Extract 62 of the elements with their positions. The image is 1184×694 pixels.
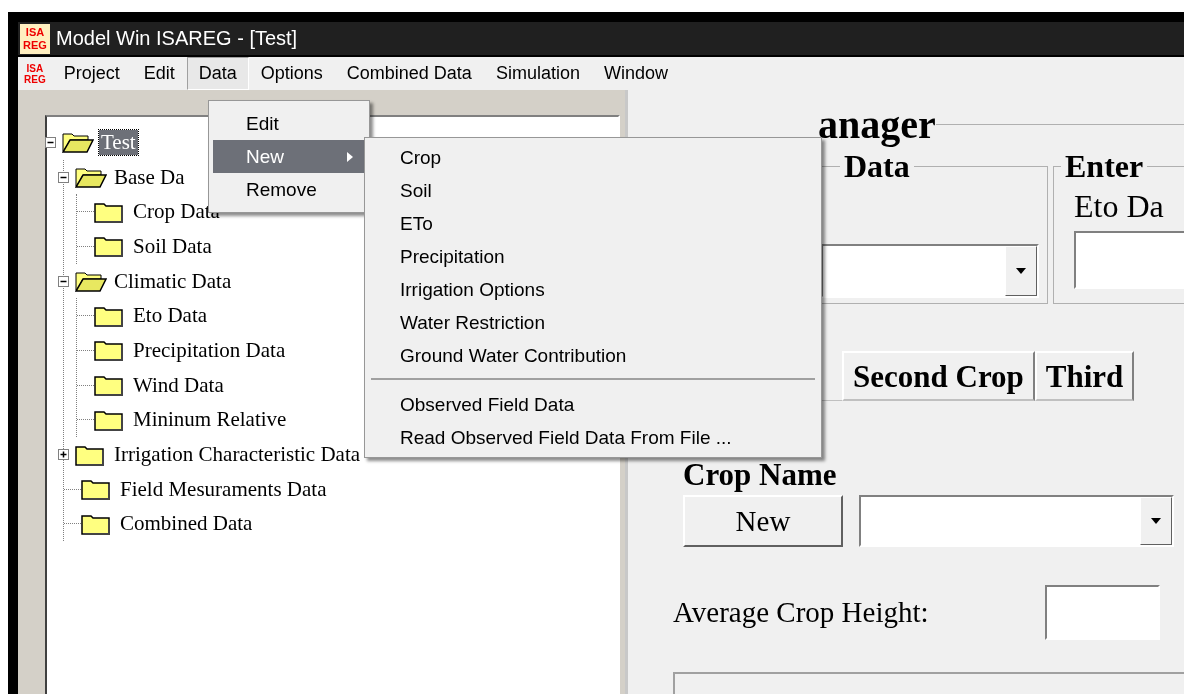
collapse-icon[interactable] (58, 275, 69, 287)
menu-item[interactable]: Soil (369, 174, 817, 207)
menu-item[interactable]: Precipitation (369, 240, 817, 273)
tree-item[interactable]: Precipitation Data (131, 337, 288, 363)
menu-item[interactable]: ETo (369, 207, 817, 240)
collapse-icon[interactable] (58, 171, 69, 183)
input-field[interactable] (1045, 585, 1160, 640)
folder-icon (94, 374, 126, 397)
input-field[interactable] (1074, 231, 1184, 289)
menu-item[interactable]: Read Observed Field Data From File ... (369, 421, 817, 454)
menu-item[interactable]: Window (591, 57, 680, 90)
collapse-icon[interactable] (45, 136, 56, 148)
menu-item[interactable]: Edit (213, 107, 365, 140)
folder-icon (94, 200, 126, 223)
menu-item[interactable]: Data (186, 57, 249, 90)
menu-item[interactable]: New (213, 140, 365, 173)
menu-item[interactable]: Observed Field Data (369, 388, 817, 421)
window-title: Model Win ISAREG - [Test] (56, 27, 298, 50)
menu-item[interactable]: Water Restriction (369, 306, 817, 339)
menu-item[interactable]: Options (248, 57, 335, 90)
tab[interactable]: Third (1034, 351, 1135, 401)
app-logo: ISA REG (20, 23, 50, 54)
field-label: Eto Da (1074, 188, 1165, 225)
menu-item[interactable]: Simulation (483, 57, 592, 90)
menu-item[interactable]: Combined Data (334, 57, 484, 90)
tree-item[interactable]: Test (99, 129, 138, 155)
dropdown-field[interactable] (821, 244, 1039, 298)
tree-item[interactable]: Eto Data (131, 303, 210, 329)
app-logo: ISA REG (24, 62, 46, 85)
open-folder-icon (62, 131, 94, 154)
tree-item[interactable]: Combined Data (118, 511, 255, 537)
folder-icon (94, 408, 126, 431)
group-title: Data (843, 147, 911, 185)
section-label: Crop Name (683, 457, 838, 493)
field-label: Average Crop Height: (673, 596, 930, 629)
menu-item[interactable]: Crop (369, 141, 817, 174)
tab[interactable]: Second Crop (842, 351, 1035, 401)
tree-item[interactable]: Climatic Data (112, 268, 234, 294)
tree-item[interactable]: Wind Data (131, 372, 226, 398)
folder-icon (81, 478, 113, 501)
expand-icon[interactable] (58, 449, 69, 461)
folder-icon (75, 443, 107, 466)
menu-item[interactable]: Remove (213, 173, 365, 206)
new-button[interactable]: New (683, 495, 843, 547)
panel-title: anager (818, 100, 936, 148)
tree-item[interactable]: Soil Data (131, 233, 214, 259)
folder-icon (94, 304, 126, 327)
folder-icon (94, 235, 126, 258)
folder-icon (81, 512, 113, 535)
open-folder-icon (75, 166, 107, 189)
menu-item[interactable]: Ground Water Contribution (369, 339, 817, 372)
menu-item[interactable]: Edit (131, 57, 187, 90)
tree-item[interactable]: Base Da (112, 164, 187, 190)
tree-item[interactable]: Field Mesuraments Data (118, 476, 329, 502)
group-title: Enter (1064, 147, 1145, 185)
menu-item[interactable]: Project (51, 57, 132, 90)
folder-icon (94, 339, 126, 362)
menu-item[interactable]: Irrigation Options (369, 273, 817, 306)
dropdown-field[interactable] (859, 495, 1174, 547)
tree-item[interactable]: Irrigation Characteristic Data (112, 442, 363, 468)
tree-item[interactable]: Mininum Relative (131, 407, 289, 433)
open-folder-icon (75, 270, 107, 293)
